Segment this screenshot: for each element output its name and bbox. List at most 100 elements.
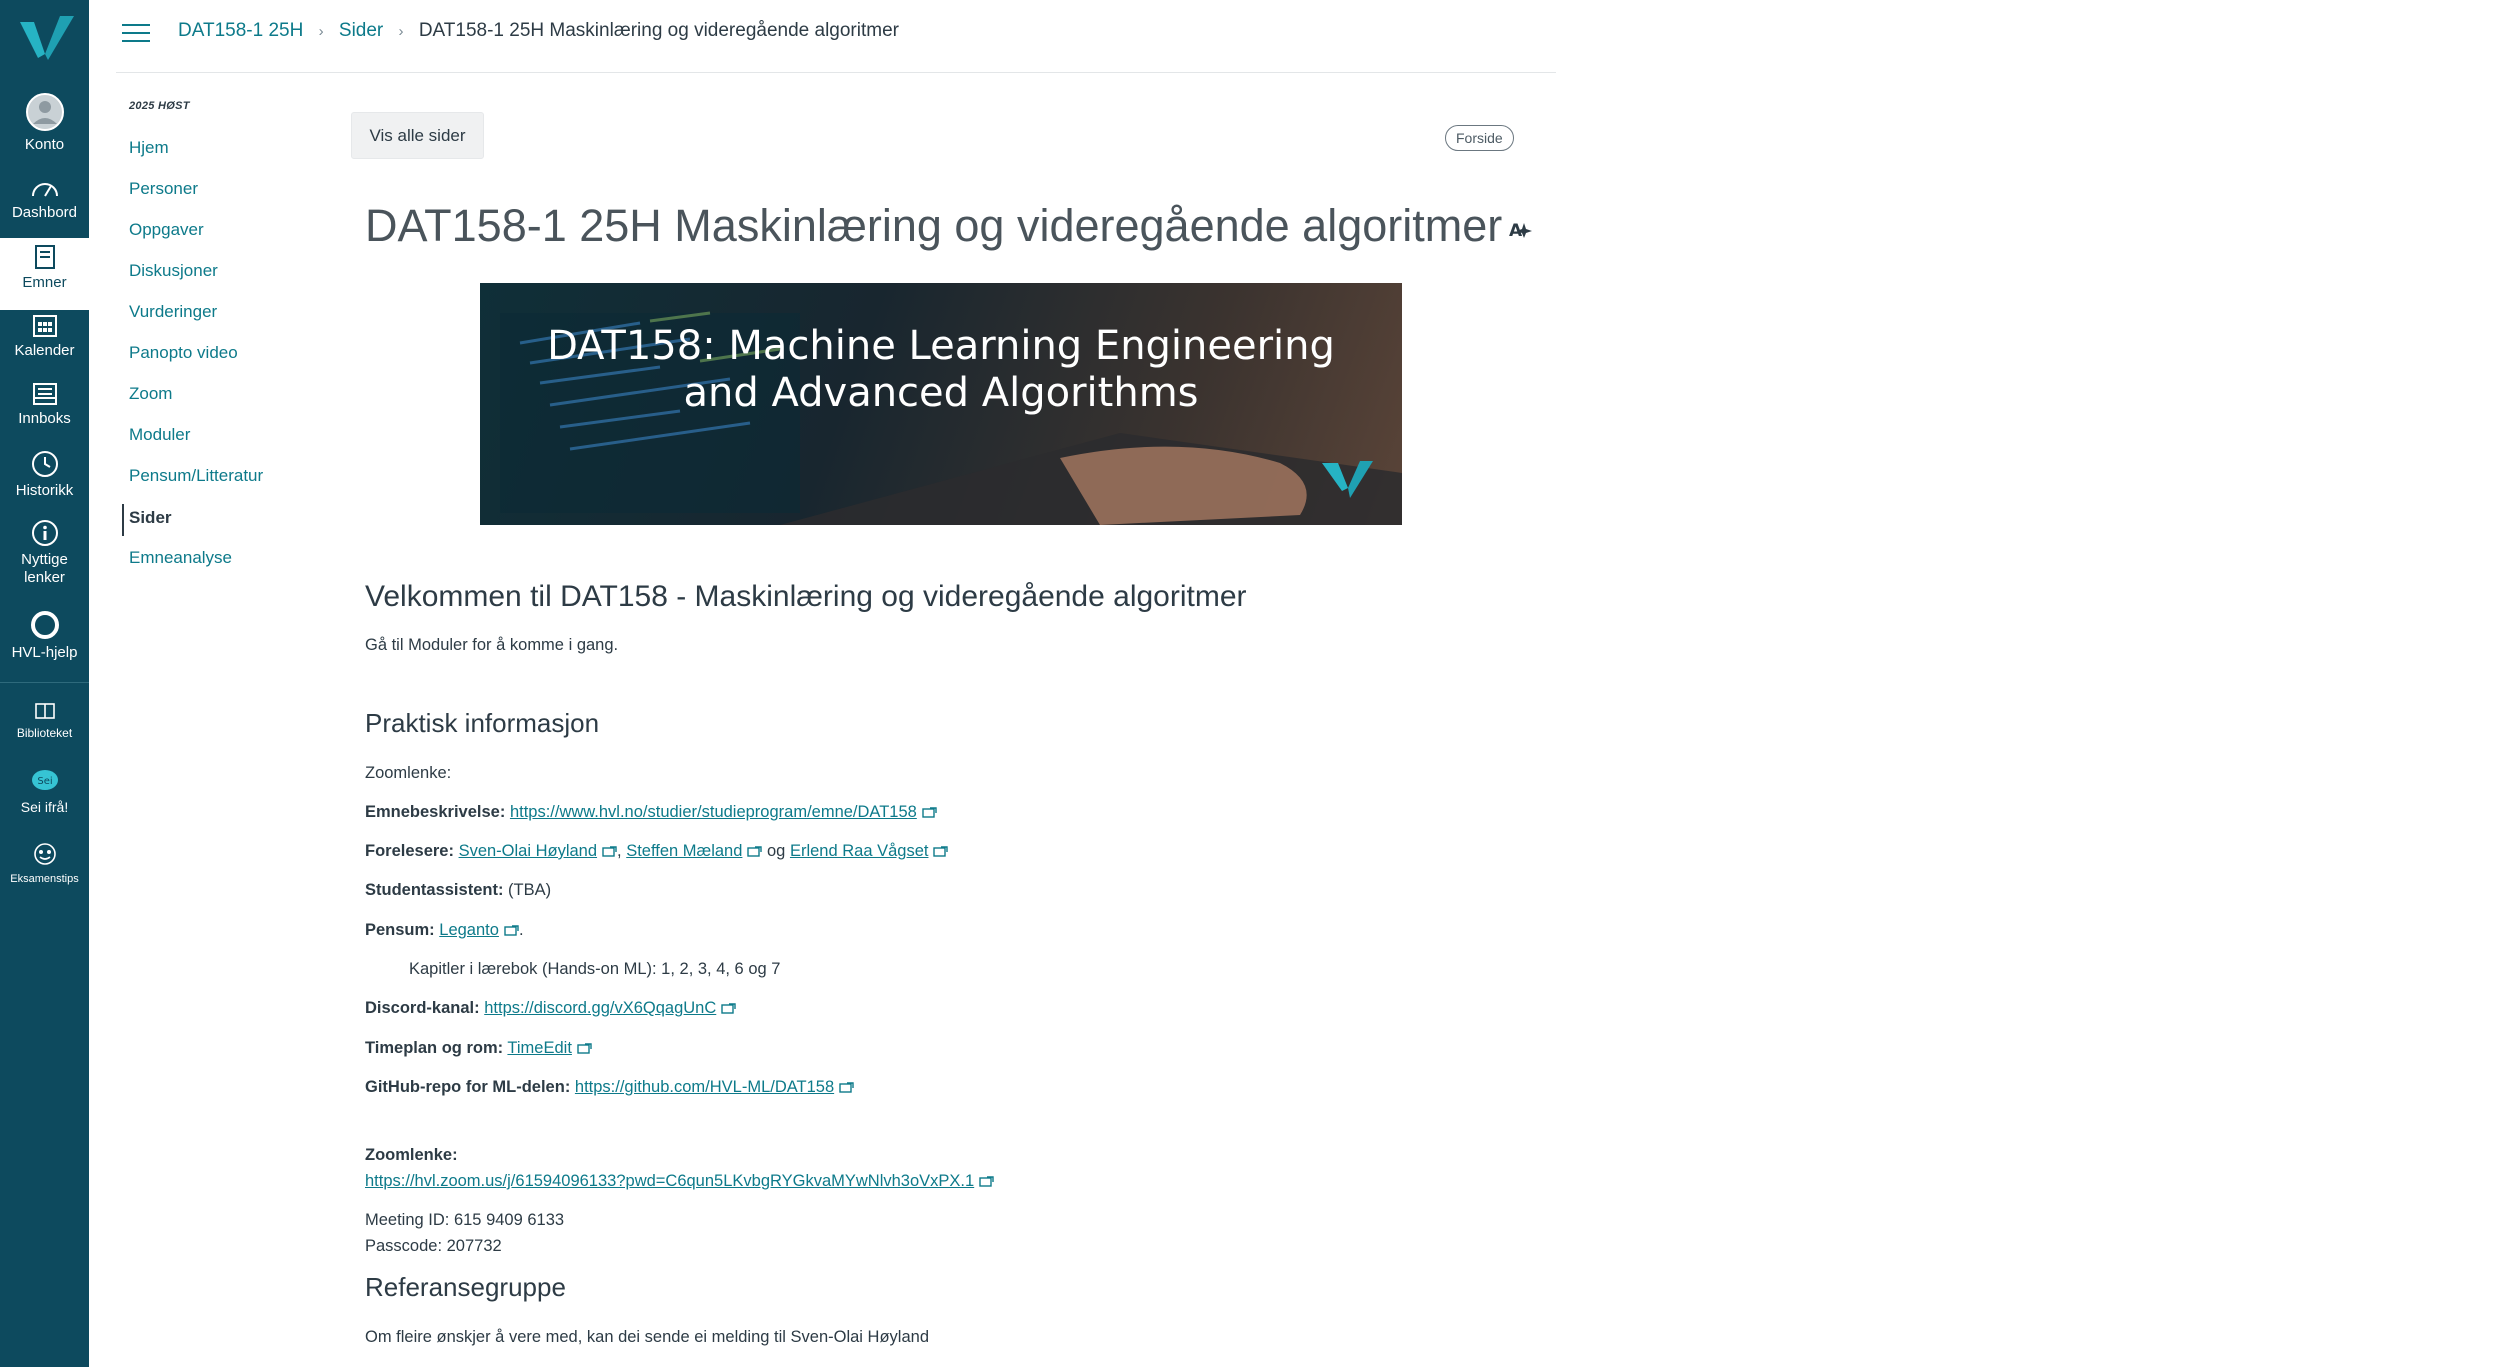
- global-nav-account[interactable]: Konto: [0, 92, 89, 154]
- course-nav-assignments[interactable]: Oppgaver: [122, 220, 204, 240]
- course-nav-curriculum[interactable]: Pensum/Litteratur: [122, 466, 263, 486]
- course-description-row: Emnebeskrivelse: https://www.hvl.no/stud…: [365, 803, 937, 822]
- page-title: DAT158-1 25H Maskinlæring og videregåend…: [365, 200, 1534, 252]
- global-nav-divider: [0, 682, 89, 683]
- course-nav-modules[interactable]: Moduler: [122, 425, 190, 445]
- global-nav-history[interactable]: Historikk: [0, 450, 89, 500]
- global-nav-exam-tips[interactable]: Eksamenstips: [0, 842, 89, 888]
- course-description-label: Emnebeskrivelse:: [365, 803, 506, 821]
- global-nav-hvl-help[interactable]: HVL-hjelp: [0, 610, 89, 662]
- hamburger-menu-icon[interactable]: [122, 24, 150, 44]
- banner-title-line2: and Advanced Algorithms: [683, 370, 1199, 416]
- external-link-icon: [922, 807, 937, 818]
- discord-row: Discord-kanal: https://discord.gg/vX6Qqa…: [365, 999, 736, 1018]
- student-assistant-row: Studentassistent: (TBA): [365, 881, 551, 900]
- student-assistant-value: (TBA): [508, 881, 552, 899]
- breadcrumb-pages[interactable]: Sider: [339, 20, 383, 41]
- account-icon: [25, 93, 64, 131]
- courses-icon: [34, 245, 55, 269]
- global-nav-label: Kalender: [14, 342, 75, 359]
- zoom-label: Zoomlenke:: [365, 1146, 458, 1165]
- github-label: GitHub-repo for ML-delen:: [365, 1078, 571, 1096]
- global-nav-label: Konto: [24, 136, 65, 153]
- global-nav-label: Eksamenstips: [10, 873, 79, 885]
- github-link[interactable]: https://github.com/HVL-ML/DAT158: [575, 1078, 834, 1096]
- course-nav-home[interactable]: Hjem: [122, 138, 169, 158]
- passcode: Passcode: 207732: [365, 1237, 502, 1255]
- zoom-link[interactable]: https://hvl.zoom.us/j/61594096133?pwd=C6…: [365, 1172, 974, 1190]
- banner-title-line1: DAT158: Machine Learning Engineering: [547, 323, 1335, 369]
- course-banner-image: DAT158: Machine Learning Engineering and…: [480, 283, 1402, 525]
- exam-tips-icon: [33, 843, 56, 865]
- global-nav-dashboard[interactable]: Dashbord: [0, 176, 89, 222]
- breadcrumb-course[interactable]: DAT158-1 25H: [178, 20, 303, 41]
- practical-info-heading: Praktisk informasjon: [365, 708, 600, 738]
- external-link-icon: [979, 1176, 994, 1187]
- global-nav-inbox[interactable]: Innboks: [0, 382, 89, 428]
- intro-text: Gå til Moduler for å komme i gang.: [365, 636, 619, 654]
- feedback-icon: Sei: [31, 770, 58, 790]
- zoom-short-label: Zoomlenke:: [365, 764, 452, 782]
- external-link-icon: [721, 1003, 736, 1014]
- reference-group-text: Om fleire ønskjer å vere med, kan dei se…: [365, 1328, 929, 1346]
- global-nav-label: Biblioteket: [16, 726, 73, 740]
- course-nav-people[interactable]: Personer: [122, 179, 198, 199]
- discord-link[interactable]: https://discord.gg/vX6QqagUnC: [484, 999, 716, 1017]
- zoom-link-row: https://hvl.zoom.us/j/61594096133?pwd=C6…: [365, 1172, 994, 1191]
- dashboard-icon: [31, 183, 58, 197]
- course-nav-grades[interactable]: Vurderinger: [122, 302, 217, 322]
- github-row: GitHub-repo for ML-delen: https://github…: [365, 1078, 854, 1097]
- external-link-icon: [602, 846, 617, 857]
- inbox-icon: [32, 383, 57, 405]
- lecturer-link[interactable]: Steffen Mæland: [626, 842, 742, 860]
- view-all-pages-button[interactable]: Vis alle sider: [351, 112, 484, 159]
- breadcrumb: DAT158-1 25H › Sider › DAT158-1 25H Mask…: [178, 20, 899, 42]
- global-nav-label: Historikk: [15, 482, 74, 499]
- breadcrumb-current: DAT158-1 25H Maskinlæring og videregåend…: [418, 20, 899, 41]
- immersive-reader-icon[interactable]: A: [1508, 219, 1534, 239]
- schedule-link[interactable]: TimeEdit: [507, 1039, 572, 1057]
- global-nav-courses[interactable]: Emner: [0, 238, 89, 310]
- global-nav-library[interactable]: Biblioteket: [0, 702, 89, 742]
- history-icon: [31, 451, 58, 477]
- lecturer-link[interactable]: Erlend Raa Vågset: [790, 842, 929, 860]
- curriculum-link[interactable]: Leganto: [439, 921, 499, 939]
- curriculum-detail: Kapitler i lærebok (Hands-on ML): 1, 2, …: [409, 960, 781, 978]
- chevron-right-icon: ›: [398, 23, 404, 40]
- help-icon: [30, 611, 59, 639]
- course-nav-pages[interactable]: Sider: [122, 504, 172, 536]
- global-navigation: Konto Dashbord Emner Kalender Innboks Hi…: [0, 0, 89, 1367]
- info-icon: [31, 520, 58, 546]
- welcome-heading: Velkommen til DAT158 - Maskinlæring og v…: [365, 580, 1247, 613]
- external-link-icon: [504, 925, 519, 936]
- global-nav-feedback[interactable]: Sei Sei ifrå!: [0, 768, 89, 816]
- front-page-badge: Forside: [1445, 125, 1514, 151]
- external-link-icon: [839, 1082, 854, 1093]
- term-label: 2025 HØST: [129, 100, 190, 112]
- global-nav-calendar[interactable]: Kalender: [0, 312, 89, 360]
- lecturers-row: Forelesere: Sven-Olai Høyland, Steffen M…: [365, 842, 949, 861]
- curriculum-row: Pensum: Leganto.: [365, 921, 524, 939]
- schedule-label: Timeplan og rom:: [365, 1039, 504, 1057]
- svg-text:Sei: Sei: [37, 776, 52, 787]
- page-title-text: DAT158-1 25H Maskinlæring og videregåend…: [365, 200, 1503, 251]
- global-nav-label: Innboks: [18, 410, 71, 427]
- course-nav-zoom[interactable]: Zoom: [122, 384, 172, 404]
- curriculum-label: Pensum:: [365, 921, 435, 939]
- chevron-right-icon: ›: [318, 23, 324, 40]
- course-nav-course-analysis[interactable]: Emneanalyse: [122, 548, 232, 568]
- student-assistant-label: Studentassistent:: [365, 881, 504, 899]
- global-nav-useful-links[interactable]: Nyttige lenker: [0, 519, 89, 587]
- global-nav-label: HVL-hjelp: [11, 644, 78, 661]
- external-link-icon: [933, 846, 949, 857]
- zoom-label-text: Zoomlenke:: [365, 1146, 458, 1164]
- lecturer-link[interactable]: Sven-Olai Høyland: [459, 842, 597, 860]
- course-description-link[interactable]: https://www.hvl.no/studier/studieprogram…: [510, 803, 917, 821]
- hvl-logo[interactable]: [14, 14, 76, 66]
- course-nav-panopto[interactable]: Panopto video: [122, 343, 238, 363]
- discord-label: Discord-kanal:: [365, 999, 480, 1017]
- reference-group-heading: Referansegruppe: [365, 1272, 566, 1302]
- course-nav-discussions[interactable]: Diskusjoner: [122, 261, 218, 281]
- global-nav-label: Sei ifrå!: [20, 799, 69, 815]
- external-link-icon: [747, 846, 763, 857]
